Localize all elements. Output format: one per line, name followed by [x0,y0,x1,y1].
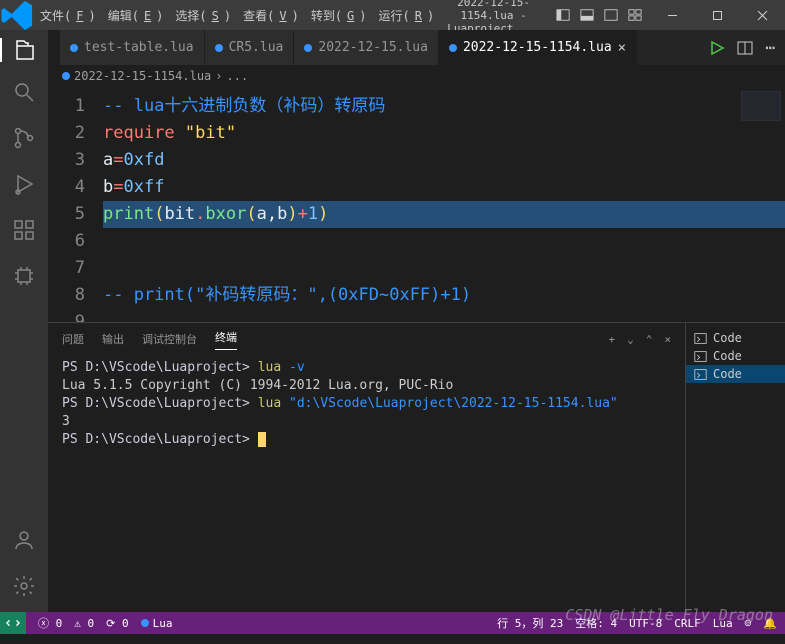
cursor-position[interactable]: 行 5，列 23 [497,615,563,631]
menu-file[interactable]: 文件(F) [35,7,101,24]
tab-test-table[interactable]: test-table.lua [60,30,205,65]
vscode-logo-icon [0,0,35,33]
extensions-icon[interactable] [12,218,36,246]
run-icon[interactable] [709,40,725,56]
panel-tab-terminal[interactable]: 终端 [215,329,237,350]
activity-bar [0,30,48,612]
lua-file-icon [70,44,78,52]
tab-2022-12-15[interactable]: 2022-12-15.lua [294,30,439,65]
statusbar: ⓧ 0 ⚠ 0 ⟳ 0 Lua 行 5，列 23 空格: 4 UTF-8 CRL… [0,612,785,634]
run-debug-icon[interactable] [12,172,36,200]
bottom-panel: 问题 输出 调试控制台 终端 + ⌄ ⌃ × PS D:\VScode\Luap… [48,322,785,612]
terminal-cursor [258,432,266,447]
menu-bar: 文件(F) 编辑(E) 选择(S) 查看(V) 转到(G) 运行(R) [35,7,439,24]
minimize-button[interactable] [650,0,695,30]
terminal-item[interactable]: Code [686,329,785,347]
tab-label: test-table.lua [84,40,194,55]
editor-tabs: test-table.lua CR5.lua 2022-12-15.lua 20… [48,30,785,65]
panel-tab-output[interactable]: 输出 [102,331,124,347]
layout-grid-icon[interactable] [628,8,642,22]
minimap[interactable] [741,91,781,121]
chip-icon[interactable] [12,264,36,292]
titlebar: 文件(F) 编辑(E) 选择(S) 查看(V) 转到(G) 运行(R) 2022… [0,0,785,30]
menu-view[interactable]: 查看(V) [238,7,304,24]
layout-controls [548,8,650,22]
menu-select[interactable]: 选择(S) [170,7,236,24]
breadcrumb-rest: ... [227,69,249,83]
tab-label: CR5.lua [229,40,284,55]
breadcrumb[interactable]: 2022-12-15-1154.lua › ... [48,65,785,87]
source-control-icon[interactable] [12,126,36,154]
close-panel-icon[interactable]: × [664,333,671,346]
menu-go[interactable]: 转到(G) [306,7,372,24]
tab-label: 2022-12-15.lua [318,40,428,55]
terminal-item[interactable]: Code [686,365,785,383]
maximize-button[interactable] [695,0,740,30]
panel-tab-debug[interactable]: 调试控制台 [142,331,197,347]
panel-right-icon[interactable] [604,8,618,22]
panel-tabs: 问题 输出 调试控制台 终端 + ⌄ ⌃ × [48,323,685,355]
lua-file-icon [449,44,457,52]
lua-file-icon [62,72,70,80]
breadcrumb-file: 2022-12-15-1154.lua [74,69,211,83]
new-terminal-icon[interactable]: + [609,333,616,346]
panel-left-icon[interactable] [556,8,570,22]
remote-indicator[interactable] [0,612,26,634]
tab-overflow[interactable] [48,30,60,65]
explorer-icon[interactable] [0,38,48,62]
more-actions-icon[interactable]: ⋯ [765,38,775,57]
tab-label: 2022-12-15-1154.lua [463,40,612,55]
eol[interactable]: CRLF [674,617,701,630]
chevron-right-icon: › [215,69,222,83]
terminal-list: Code Code Code [685,323,785,612]
language-badge[interactable]: Lua [141,617,173,630]
port-indicator[interactable]: ⟳ 0 [106,617,128,630]
indentation[interactable]: 空格: 4 [575,615,617,631]
lua-file-icon [215,44,223,52]
terminal[interactable]: PS D:\VScode\Luaproject> lua -v Lua 5.1.… [48,355,685,612]
line-numbers: 123456789 [48,87,103,322]
errors-count[interactable]: ⓧ 0 [38,615,62,631]
code-editor[interactable]: 123456789 -- lua十六进制负数（补码）转原码 require "b… [48,87,785,322]
close-button[interactable] [740,0,785,30]
terminal-dropdown-icon[interactable]: ⌄ [627,333,634,346]
account-icon[interactable] [12,528,36,556]
code-lines[interactable]: -- lua十六进制负数（补码）转原码 require "bit" a=0xfd… [103,87,785,322]
menu-run[interactable]: 运行(R) [374,7,440,24]
panel-tab-problems[interactable]: 问题 [62,331,84,347]
window-controls [650,0,785,30]
notifications-icon[interactable]: 🔔 [763,617,777,630]
warnings-count[interactable]: ⚠ 0 [74,617,94,630]
encoding[interactable]: UTF-8 [629,617,662,630]
feedback-icon[interactable]: ☺ [745,617,752,630]
terminal-item[interactable]: Code [686,347,785,365]
maximize-panel-icon[interactable]: ⌃ [646,333,653,346]
tab-2022-12-15-1154[interactable]: 2022-12-15-1154.lua × [439,30,637,65]
tab-cr5[interactable]: CR5.lua [205,30,295,65]
settings-gear-icon[interactable] [12,574,36,602]
language-mode[interactable]: Lua [713,617,733,630]
panel-bottom-icon[interactable] [580,8,594,22]
close-tab-icon[interactable]: × [618,40,626,56]
split-editor-icon[interactable] [737,40,753,56]
menu-edit[interactable]: 编辑(E) [103,7,169,24]
editor-area: test-table.lua CR5.lua 2022-12-15.lua 20… [48,30,785,612]
lua-file-icon [304,44,312,52]
search-icon[interactable] [12,80,36,108]
editor-actions: ⋯ [699,30,785,65]
